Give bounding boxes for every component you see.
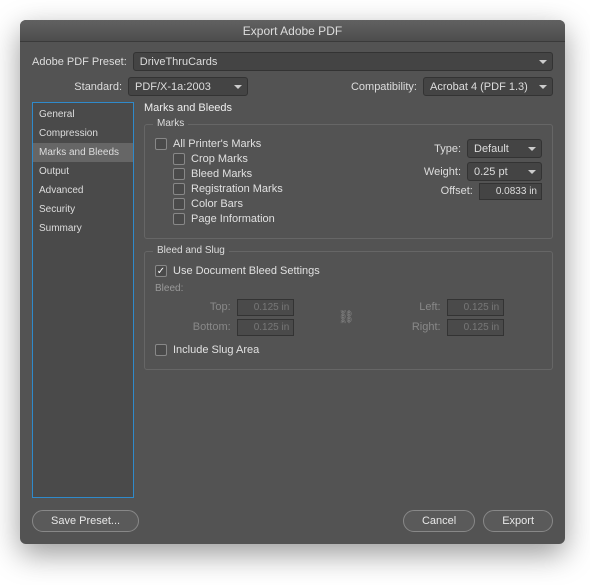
page-info-checkbox[interactable]	[173, 213, 185, 225]
crop-marks-checkbox[interactable]	[173, 153, 185, 165]
type-select[interactable]: Default	[467, 139, 542, 158]
include-slug-label: Include Slug Area	[173, 344, 259, 356]
use-doc-bleed-label: Use Document Bleed Settings	[173, 265, 320, 277]
offset-label: Offset:	[429, 185, 473, 197]
panel-title: Marks and Bleeds	[144, 102, 553, 114]
titlebar: Export Adobe PDF	[20, 20, 565, 42]
crop-marks-label: Crop Marks	[191, 153, 248, 165]
standard-label: Standard:	[32, 81, 122, 93]
bleed-heading: Bleed:	[155, 283, 542, 294]
sidebar-item-compression[interactable]: Compression	[33, 124, 133, 143]
color-bars-checkbox[interactable]	[173, 198, 185, 210]
cancel-button[interactable]: Cancel	[403, 510, 475, 532]
weight-value: 0.25 pt	[474, 166, 508, 178]
bleed-bottom-value: 0.125 in	[237, 319, 295, 336]
window-title: Export Adobe PDF	[243, 24, 342, 38]
save-preset-button[interactable]: Save Preset...	[32, 510, 139, 532]
export-button[interactable]: Export	[483, 510, 553, 532]
sidebar-item-output[interactable]: Output	[33, 162, 133, 181]
preset-label: Adobe PDF Preset:	[32, 56, 127, 68]
offset-input[interactable]: 0.0833 in	[479, 185, 542, 197]
bleed-fieldset: Bleed and Slug Use Document Bleed Settin…	[144, 251, 553, 370]
type-value: Default	[474, 143, 509, 155]
bleed-right-label: Right:	[374, 321, 441, 333]
bleed-marks-checkbox[interactable]	[173, 168, 185, 180]
weight-select[interactable]: 0.25 pt	[467, 162, 542, 181]
standard-select[interactable]: PDF/X-1a:2003	[128, 77, 248, 96]
link-icon: ⛓	[338, 300, 354, 334]
bleed-top-value: 0.125 in	[237, 299, 295, 316]
standard-value: PDF/X-1a:2003	[135, 81, 211, 93]
compatibility-label: Compatibility:	[351, 81, 417, 93]
sidebar-item-general[interactable]: General	[33, 105, 133, 124]
include-slug-checkbox[interactable]	[155, 344, 167, 356]
bleed-right-input: 0.125 in	[447, 321, 542, 333]
bleed-top-label: Top:	[155, 301, 231, 313]
sidebar-item-marks-bleeds[interactable]: Marks and Bleeds	[33, 143, 133, 162]
page-info-label: Page Information	[191, 213, 275, 225]
bleed-left-input: 0.125 in	[447, 301, 542, 313]
bleed-legend: Bleed and Slug	[153, 245, 229, 256]
weight-label: Weight:	[417, 166, 461, 178]
panel: Marks and Bleeds Marks All Printer's Mar…	[144, 102, 553, 498]
sidebar-item-security[interactable]: Security	[33, 200, 133, 219]
compatibility-select[interactable]: Acrobat 4 (PDF 1.3)	[423, 77, 553, 96]
bleed-marks-label: Bleed Marks	[191, 168, 252, 180]
sidebar-item-advanced[interactable]: Advanced	[33, 181, 133, 200]
preset-select[interactable]: DriveThruCards	[133, 52, 553, 71]
sidebar-item-summary[interactable]: Summary	[33, 219, 133, 238]
marks-legend: Marks	[153, 118, 188, 129]
bleed-left-value: 0.125 in	[447, 299, 505, 316]
registration-marks-checkbox[interactable]	[173, 183, 185, 195]
bleed-top-input: 0.125 in	[237, 301, 332, 313]
bleed-bottom-label: Bottom:	[155, 321, 231, 333]
preset-value: DriveThruCards	[140, 56, 218, 68]
compatibility-value: Acrobat 4 (PDF 1.3)	[430, 81, 528, 93]
offset-value: 0.0833 in	[479, 183, 542, 200]
sidebar: General Compression Marks and Bleeds Out…	[32, 102, 134, 498]
type-label: Type:	[417, 143, 461, 155]
all-marks-label: All Printer's Marks	[173, 138, 261, 150]
export-pdf-dialog: Export Adobe PDF Adobe PDF Preset: Drive…	[20, 20, 565, 544]
registration-marks-label: Registration Marks	[191, 183, 283, 195]
bleed-left-label: Left:	[374, 301, 441, 313]
bleed-right-value: 0.125 in	[447, 319, 505, 336]
marks-fieldset: Marks All Printer's Marks Crop Marks	[144, 124, 553, 239]
all-marks-checkbox[interactable]	[155, 138, 167, 150]
color-bars-label: Color Bars	[191, 198, 243, 210]
bleed-bottom-input: 0.125 in	[237, 321, 332, 333]
use-doc-bleed-checkbox[interactable]	[155, 265, 167, 277]
